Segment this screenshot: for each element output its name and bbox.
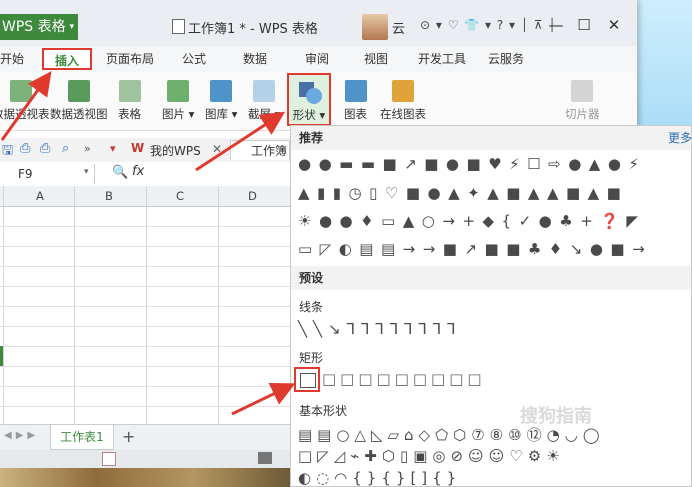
grid-line: [0, 406, 290, 407]
slicer-icon: [571, 80, 594, 102]
rectangle-shape-button[interactable]: [294, 367, 320, 392]
pivot-table-button[interactable]: 数据透视表: [0, 80, 50, 122]
chart-icon: [344, 80, 367, 102]
lines-shapes-row[interactable]: ╲╲↘⅂⅂⅂⅂⅂⅂⅂⅂: [298, 320, 462, 338]
export-icon[interactable]: ⎙: [20, 141, 30, 156]
document-icon: [172, 19, 185, 34]
chevron-down-icon[interactable]: ▾: [84, 167, 89, 177]
print-icon[interactable]: ⎙: [40, 141, 50, 156]
user-avatar[interactable]: [362, 14, 388, 40]
tab-cloud[interactable]: 云服务: [488, 50, 524, 67]
preset-section-header: 预设: [291, 266, 691, 290]
table-icon: [118, 80, 141, 102]
add-sheet-button[interactable]: +: [122, 427, 135, 446]
tab-review[interactable]: 审阅: [305, 50, 329, 67]
scissors-icon: [253, 80, 276, 102]
print-preview-icon[interactable]: ⌕: [62, 141, 69, 156]
titlebar-tool-icons[interactable]: ⊙ ▾ ♡ 👕 ▾ ? ▾ │ ⊼ │: [420, 18, 557, 32]
document-title: 工作簿1 * - WPS 表格: [188, 22, 318, 37]
gallery-icon: [210, 80, 233, 102]
pivot-table-icon: [9, 80, 32, 102]
grid-line: [0, 386, 290, 387]
watermark: 搜狗指南: [520, 406, 592, 427]
gallery-button[interactable]: 图库 ▾: [205, 80, 237, 122]
grid-line: [0, 306, 290, 307]
document-tab[interactable]: 工作簿: [230, 140, 290, 160]
normal-view-icon[interactable]: [258, 452, 272, 464]
grid-line: [3, 186, 4, 424]
screenshot-button[interactable]: 截屏 ▾: [248, 80, 280, 122]
table-button[interactable]: 表格: [118, 80, 141, 122]
tab-developer[interactable]: 开发工具: [418, 50, 466, 67]
rectangle-shapes-row[interactable]: □□□□□□□□□: [322, 370, 486, 388]
grid-line: [0, 326, 290, 327]
spreadsheet-grid[interactable]: [0, 186, 290, 424]
rectangle-icon: [300, 373, 316, 388]
online-chart-icon: [392, 80, 414, 102]
save-icon[interactable]: 🖫: [2, 141, 13, 163]
grid-line: [0, 226, 290, 227]
column-header-b[interactable]: B: [105, 189, 113, 203]
pivot-chart-icon: [67, 80, 90, 102]
minimize-icon[interactable]: —: [545, 16, 567, 34]
status-icon[interactable]: [102, 452, 116, 466]
tab-page-layout[interactable]: 页面布局: [106, 50, 154, 67]
background-photo: [0, 468, 290, 487]
cell-reference-box[interactable]: F9: [0, 164, 95, 184]
grid-line: [0, 346, 290, 347]
grid-line: [0, 246, 290, 247]
zoom-icon[interactable]: 🔍: [112, 165, 128, 180]
shape-button[interactable]: 形状 ▾: [287, 73, 331, 126]
recommended-shapes-row[interactable]: ▲▮▮◷▯♡■●▲✦▲■▲▲■▲■: [298, 184, 628, 202]
tab-insert[interactable]: 插入: [42, 48, 92, 70]
basic-shapes-row[interactable]: □◸◿⌁✚⬡▯▣◎⊘☺☺♡⚙☀: [298, 447, 565, 465]
column-header-a[interactable]: A: [36, 189, 44, 203]
more-shapes-link[interactable]: 更多: [668, 129, 692, 146]
close-tab-icon[interactable]: ✕: [212, 142, 222, 156]
shape-icon: [299, 82, 322, 104]
status-bar: [0, 450, 290, 468]
tab-data[interactable]: 数据: [243, 50, 267, 67]
chart-button[interactable]: 图表: [344, 80, 367, 122]
picture-icon: [167, 80, 190, 102]
sheet-nav-icons[interactable]: ◀▶▶: [4, 430, 39, 441]
maximize-icon[interactable]: ☐: [573, 16, 595, 34]
grid-line: [0, 366, 290, 367]
recommended-shapes-row[interactable]: ▭◸◐▤▤→→■↗■■♣♦↘●■→: [298, 240, 652, 258]
online-chart-button[interactable]: 在线图表: [380, 80, 426, 122]
grid-line: [0, 286, 290, 287]
recommended-shapes-row[interactable]: ☀●●♦▭▲○→+◆{✓●♣+❓◤: [298, 212, 645, 230]
column-header-c[interactable]: C: [176, 189, 184, 203]
user-name[interactable]: 云: [392, 18, 405, 37]
app-menu-button[interactable]: WPS 表格 ▾: [0, 14, 78, 40]
lines-label: 线条: [299, 300, 324, 314]
pin-icon[interactable]: ▾: [110, 142, 116, 155]
slicer-button[interactable]: 切片器: [565, 80, 600, 122]
picture-button[interactable]: 图片 ▾: [162, 80, 194, 122]
close-icon[interactable]: ✕: [603, 16, 625, 34]
more-icon[interactable]: »: [84, 142, 91, 155]
wps-logo-icon: W: [131, 141, 145, 155]
active-row-marker: [0, 346, 3, 366]
rectangle-label: 矩形: [299, 351, 324, 365]
pivot-chart-button[interactable]: 数据透视图: [50, 80, 108, 122]
my-wps-tab[interactable]: 我的WPS: [150, 142, 201, 159]
tab-home[interactable]: 开始: [0, 50, 24, 67]
sheet-tab-bar: [0, 424, 290, 451]
grid-line: [74, 186, 75, 424]
grid-line: [0, 266, 290, 267]
tab-view[interactable]: 视图: [364, 50, 388, 67]
recommended-shapes-row[interactable]: ●●▬▬■↗■●■♥⚡☐⇨●▲●⚡: [298, 155, 646, 173]
recommended-section-header: 推荐: [291, 126, 691, 150]
grid-line: [146, 186, 147, 424]
column-header-d[interactable]: D: [248, 189, 257, 203]
basic-shapes-row[interactable]: ◐◌◠{}{}[]{}: [298, 469, 461, 487]
basic-shapes-label: 基本形状: [299, 404, 348, 418]
chevron-down-icon: ▾: [69, 22, 74, 32]
function-button[interactable]: fx: [132, 164, 144, 179]
app-name: WPS 表格: [2, 19, 66, 35]
tab-formula[interactable]: 公式: [182, 50, 206, 67]
sheet-tab[interactable]: 工作表1: [50, 425, 114, 450]
grid-line: [218, 186, 219, 424]
